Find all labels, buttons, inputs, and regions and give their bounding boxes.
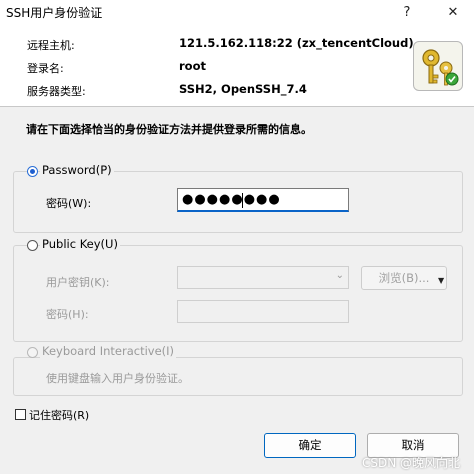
passphrase-label: 密码(H): — [46, 308, 89, 321]
text-caret — [242, 193, 243, 208]
password-masked-value: ●●●●●●●● — [182, 192, 281, 207]
close-button[interactable]: ✕ — [440, 2, 466, 24]
publickey-group — [13, 245, 463, 342]
publickey-radio[interactable] — [27, 240, 38, 251]
remember-password-label[interactable]: 记住密码(R) — [29, 407, 89, 423]
keyboard-interactive-description: 使用键盘输入用户身份验证。 — [46, 372, 189, 385]
keyboard-interactive-radio[interactable] — [27, 347, 38, 358]
password-field-label: 密码(W): — [46, 197, 92, 210]
user-key-select[interactable]: ⌄ — [177, 266, 349, 289]
browse-button[interactable]: 浏览(B)... — [361, 266, 447, 290]
password-radio-label[interactable]: Password(P) — [40, 163, 114, 177]
browse-button-label: 浏览(B)... — [378, 271, 430, 285]
browse-dropdown-icon[interactable]: ▼ — [438, 276, 444, 285]
passphrase-input[interactable] — [177, 300, 349, 323]
window-title: SSH用户身份验证 — [6, 6, 103, 20]
publickey-radio-label[interactable]: Public Key(U) — [40, 237, 120, 251]
password-radio[interactable] — [27, 166, 38, 177]
keyboard-interactive-label[interactable]: Keyboard Interactive(I) — [40, 344, 177, 358]
ok-button[interactable]: 确定 — [264, 433, 356, 458]
instruction-text: 请在下面选择恰当的身份验证方法并提供登录所需的信息。 — [26, 123, 312, 136]
user-key-label: 用户密钥(K): — [46, 276, 110, 289]
login-value: root — [179, 59, 206, 73]
password-input[interactable]: ●●●●●●●● — [177, 188, 349, 212]
chevron-down-icon: ⌄ — [335, 270, 344, 281]
host-label: 远程主机: — [27, 39, 75, 52]
header-divider — [0, 106, 474, 107]
host-value: 121.5.162.118:22 (zx_tencentCloud) — [179, 36, 414, 50]
login-label: 登录名: — [27, 62, 64, 75]
watermark-text: CSDN @晚风向北 — [361, 456, 460, 470]
help-button[interactable]: ? — [394, 2, 420, 24]
server-type-value: SSH2, OpenSSH_7.4 — [179, 82, 307, 96]
remember-password-checkbox[interactable] — [15, 409, 26, 420]
keys-icon — [413, 41, 463, 91]
server-type-label: 服务器类型: — [27, 85, 86, 98]
